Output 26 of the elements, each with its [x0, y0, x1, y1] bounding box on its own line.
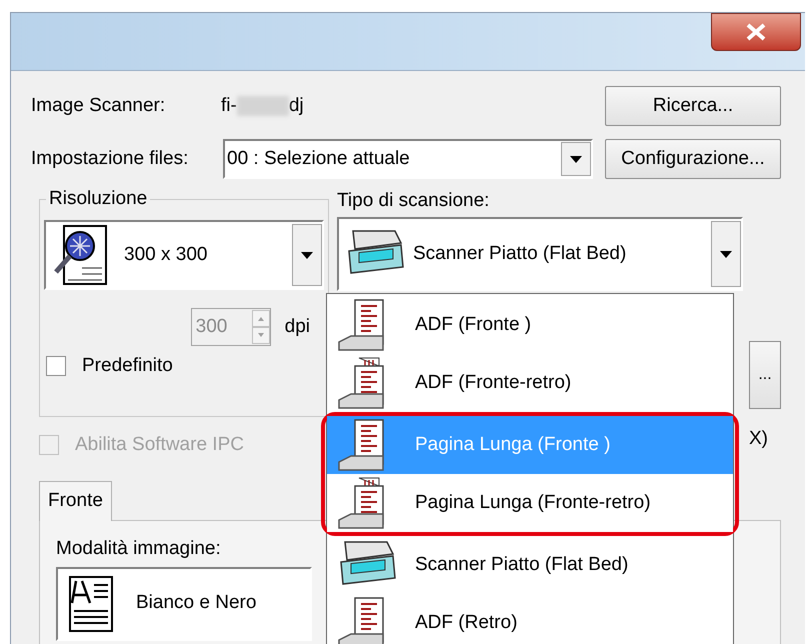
file-setting-dropdown[interactable]: 00 : Selezione attuale	[223, 139, 593, 179]
tab[interactable]: Fronte	[39, 480, 112, 520]
search-button[interactable]: Ricerca...	[605, 86, 781, 126]
scan-type-dropdown[interactable]: Scanner Piatto (Flat Bed)	[337, 217, 743, 291]
default-checkbox-label: Predefinito	[82, 354, 173, 378]
text-document-icon	[68, 574, 114, 632]
dpi-label: dpi	[284, 314, 310, 339]
checkbox[interactable]	[46, 356, 66, 376]
close-button[interactable]	[711, 13, 801, 51]
image-mode-dropdown[interactable]: Bianco e Nero	[56, 566, 312, 640]
scan-type-label: Tipo di scansione:	[337, 189, 490, 213]
configuration-button[interactable]: Configurazione...	[605, 139, 781, 179]
more-button[interactable]: ...	[749, 341, 781, 409]
ipc-checkbox-label: Abilita Software IPC	[75, 433, 244, 457]
partial-label: X)	[749, 427, 768, 451]
spin-down-icon	[252, 327, 270, 344]
spin-up-icon	[252, 310, 270, 327]
scanner-model-text: fi-	[221, 94, 237, 118]
resolution-dropdown[interactable]: 300 x 300	[44, 220, 324, 290]
scanner-model-text: dj	[288, 94, 304, 118]
image-mode-label: Modalità immagine:	[56, 536, 222, 560]
close-icon	[745, 23, 767, 41]
magnifier-document-icon	[52, 224, 110, 286]
redacted-block	[236, 96, 289, 116]
scanner-label: Image Scanner:	[31, 94, 166, 118]
file-setting-label: Impostazione files:	[31, 146, 190, 171]
